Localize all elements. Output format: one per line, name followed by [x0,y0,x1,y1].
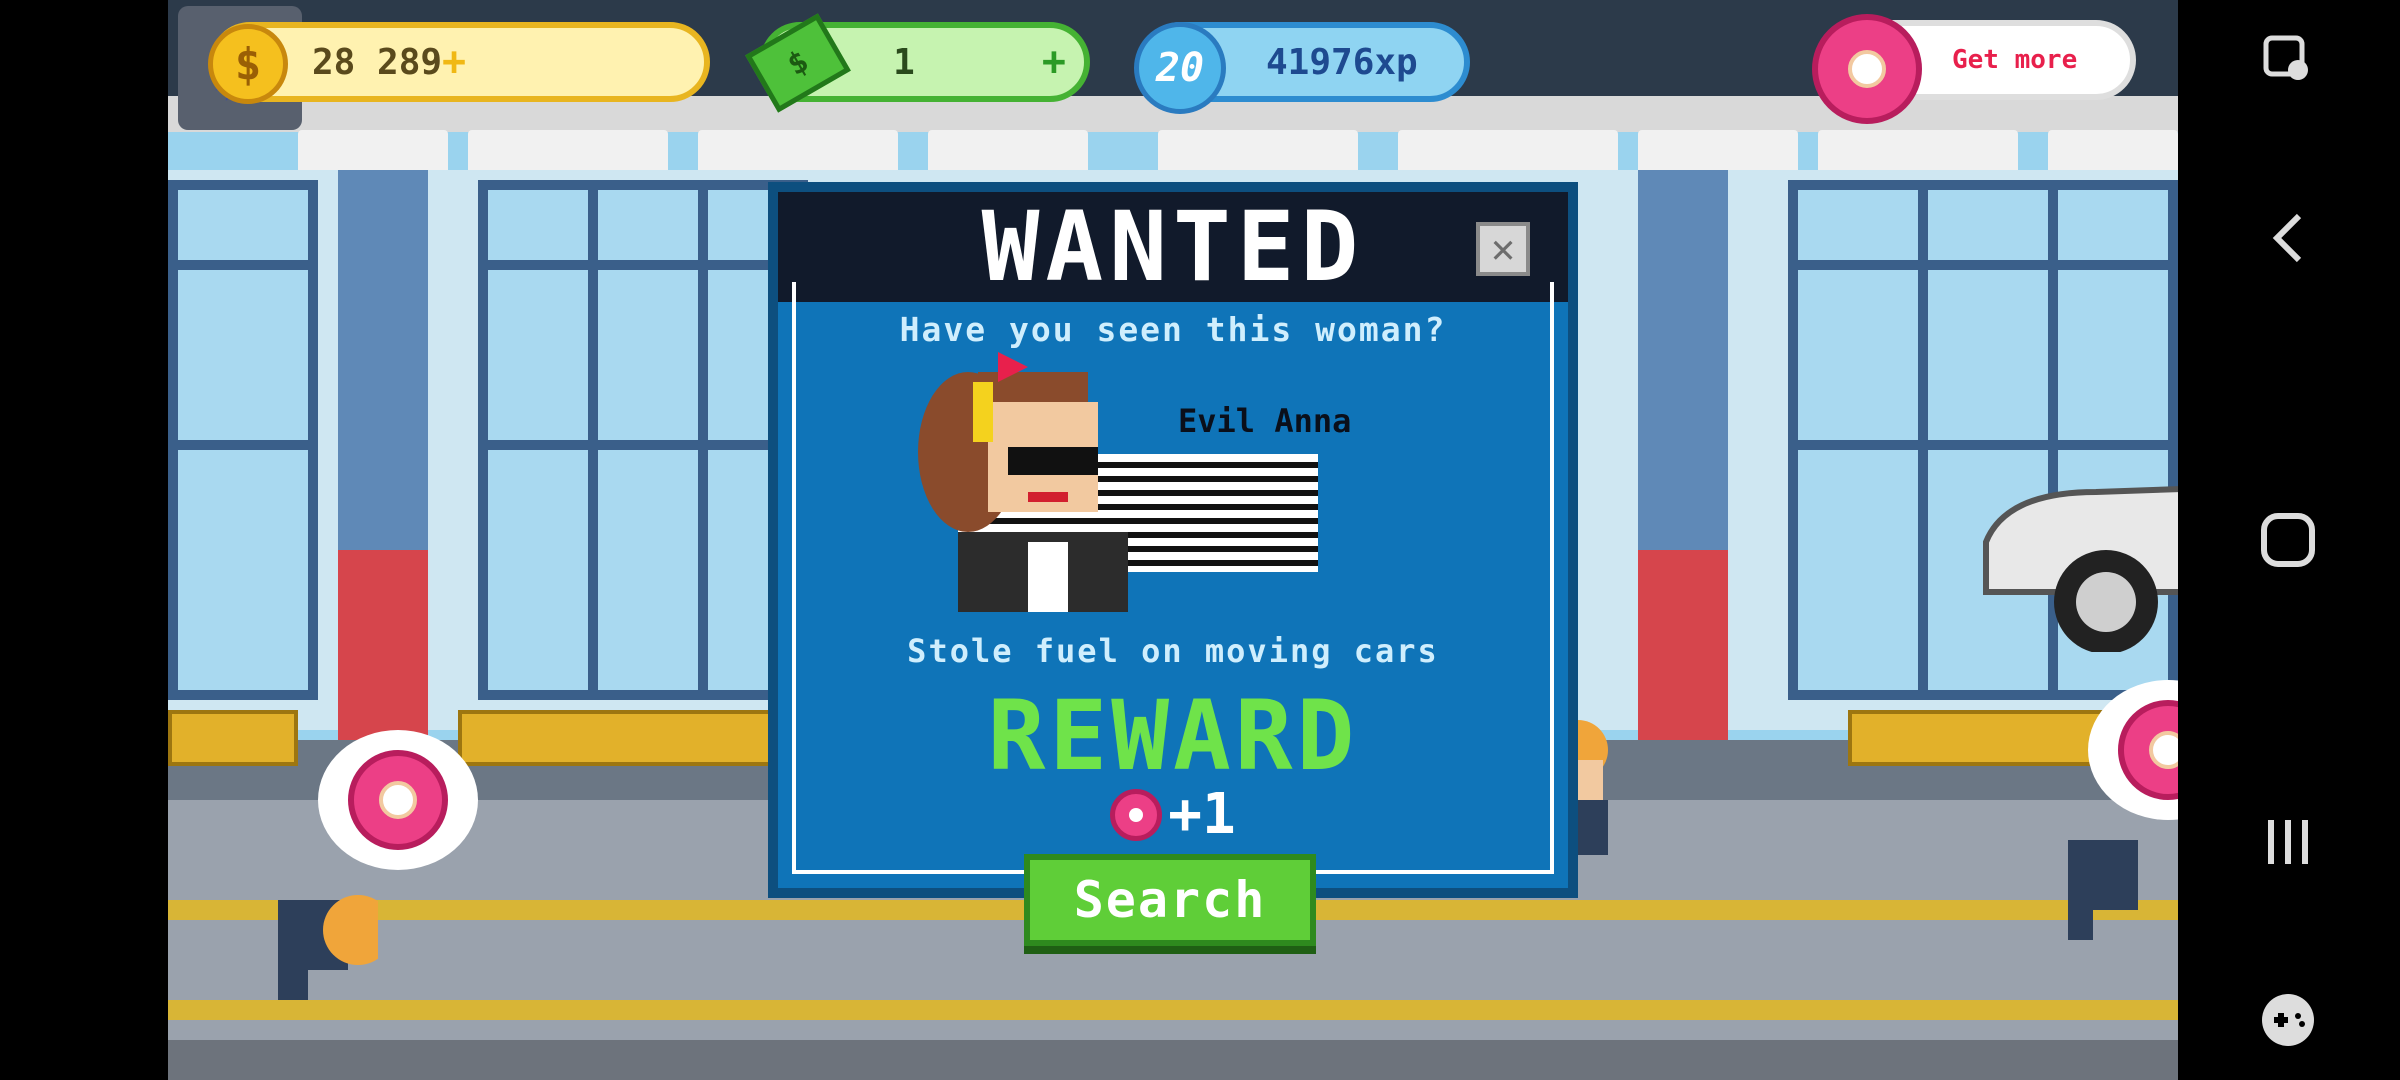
back-icon[interactable] [2248,198,2328,278]
pillar [338,170,428,750]
close-icon[interactable]: ✕ [1476,222,1530,276]
question-text: Have you seen this woman? [899,310,1447,349]
coins-counter[interactable]: $ 28 289 + [208,22,710,104]
pillar [1638,170,1728,750]
search-label: Search [1073,871,1267,929]
coins-value: 28 289 [312,41,443,83]
worker-character[interactable] [268,860,378,1020]
floor-base [168,1040,2178,1080]
donut-icon [1812,14,1922,124]
coin-icon: $ [208,24,288,104]
donut-icon [1110,788,1163,841]
cash-counter[interactable]: $ 1 + [745,13,1090,113]
search-button[interactable]: Search [1024,854,1316,946]
donut-bubble[interactable] [318,730,478,870]
xp-value: 41976xp [1266,41,1418,83]
add-coins-icon[interactable]: + [442,39,466,85]
screen-capture-icon[interactable] [2248,20,2328,100]
add-cash-icon[interactable]: + [1042,39,1066,85]
level-value: 20 [1155,45,1205,91]
suspect-name: Evil Anna [1178,402,1352,440]
wanted-dialog: WANTED ✕ Have you seen this woman? Evil … [768,182,1578,898]
factory-window [168,180,318,700]
xp-counter[interactable]: 20 41976xp [1134,22,1470,114]
convertible-car [1983,486,2178,652]
get-more-label: Get more [1952,45,2078,75]
get-more-donuts-button[interactable]: Get more [1812,14,2136,124]
reward-title: REWARD [987,680,1359,792]
crime-description: Stole fuel on moving cars [907,632,1439,670]
recents-icon[interactable] [2248,802,2328,882]
game-tools-icon[interactable] [2248,980,2328,1060]
evil-anna-portrait [918,352,1128,612]
reward-amount: +1 [1168,782,1236,847]
worker-character[interactable] [2048,800,2158,960]
reward-row: +1 [778,782,1568,847]
xp-badge-icon: 20 [1134,22,1226,114]
home-icon[interactable] [2248,500,2328,580]
car-lift [168,710,298,766]
factory-window [478,180,808,700]
donut-icon [348,750,448,850]
system-nav-bar [2178,0,2400,1080]
donut-icon [2118,700,2178,800]
